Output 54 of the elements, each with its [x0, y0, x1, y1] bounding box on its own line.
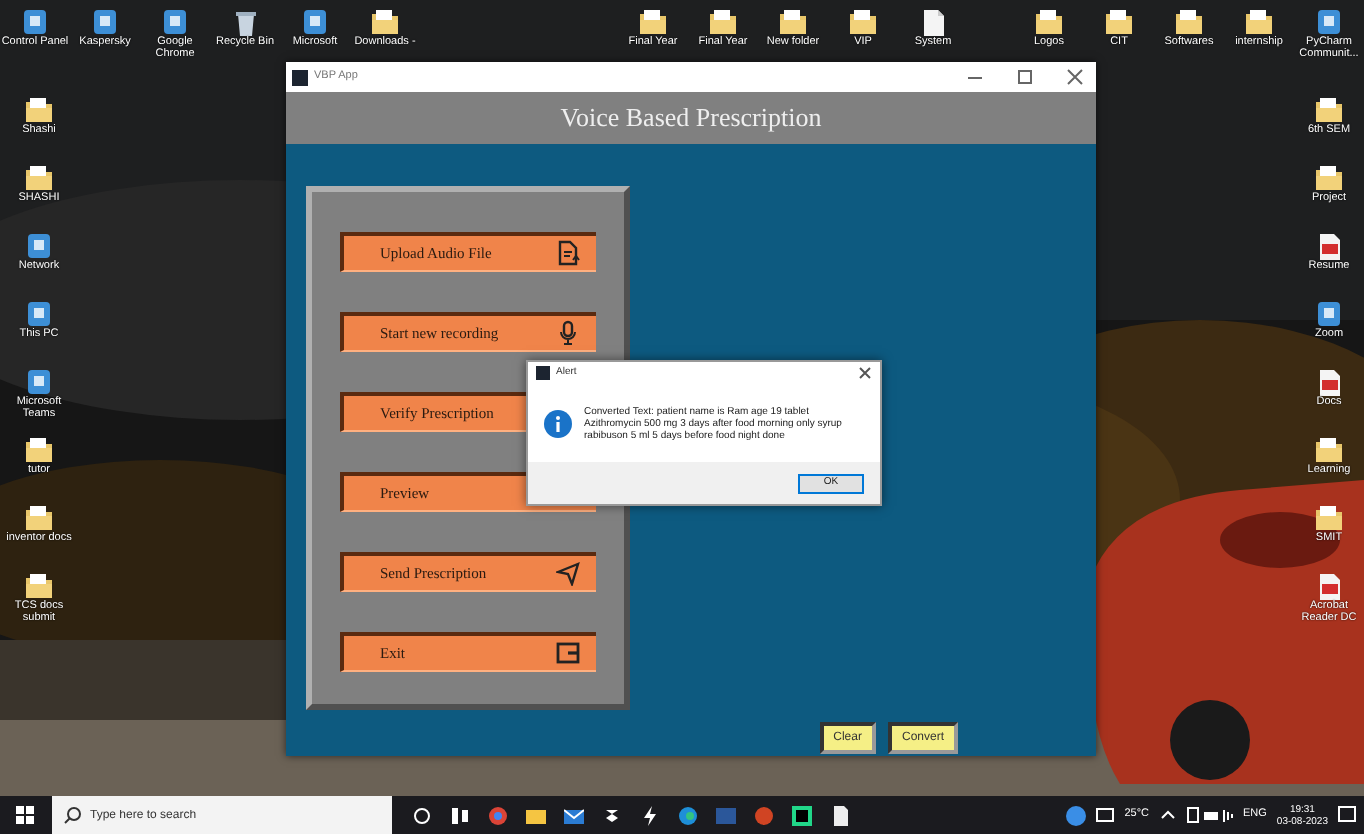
folder-icon[interactable] — [1244, 8, 1274, 36]
folder-icon[interactable] — [526, 805, 546, 825]
exit-icon — [556, 640, 580, 666]
app-icon[interactable] — [1314, 8, 1344, 36]
folder-icon[interactable] — [1314, 436, 1344, 464]
folder-icon[interactable] — [778, 8, 808, 36]
app-icon[interactable] — [24, 300, 54, 328]
task-view-icon[interactable] — [450, 805, 470, 825]
app-icon — [536, 366, 550, 380]
send-icon — [556, 560, 580, 586]
microphone-icon — [556, 320, 580, 346]
folder-icon[interactable] — [1104, 8, 1134, 36]
maximize-icon[interactable] — [1016, 68, 1034, 86]
folder-icon[interactable] — [638, 8, 668, 36]
app-header: Voice Based Prescription — [286, 92, 1096, 144]
close-icon[interactable] — [1066, 68, 1084, 86]
app-icon[interactable] — [1314, 300, 1344, 328]
app-icon[interactable] — [90, 8, 120, 36]
start-icon[interactable] — [16, 806, 34, 824]
mail-icon[interactable] — [564, 805, 584, 825]
system-tray-icons[interactable] — [1185, 806, 1233, 824]
close-icon[interactable] — [858, 366, 872, 380]
app-icon[interactable] — [160, 8, 190, 36]
folder-icon[interactable] — [1174, 8, 1204, 36]
folder-icon[interactable] — [24, 504, 54, 532]
app-icon — [292, 69, 308, 85]
folder-icon[interactable] — [24, 96, 54, 124]
document-icon[interactable] — [918, 8, 948, 36]
app-icon[interactable] — [20, 8, 50, 36]
folder-icon[interactable] — [24, 572, 54, 600]
info-icon — [544, 409, 572, 437]
pdf-icon[interactable] — [1314, 368, 1344, 396]
folder-icon[interactable] — [708, 8, 738, 36]
folder-icon[interactable] — [24, 164, 54, 192]
notification-icon[interactable] — [1338, 806, 1356, 824]
folder-icon[interactable] — [1314, 96, 1344, 124]
app-icon[interactable] — [300, 8, 330, 36]
folder-icon[interactable] — [24, 436, 54, 464]
pdf-icon[interactable] — [1314, 232, 1344, 260]
app-icon[interactable] — [24, 368, 54, 396]
folder-icon[interactable] — [1314, 504, 1344, 532]
help-icon[interactable] — [1066, 805, 1087, 825]
caret-icon[interactable] — [1159, 808, 1175, 822]
folder-icon[interactable] — [1314, 164, 1344, 192]
pdf-icon[interactable] — [1314, 572, 1344, 600]
recycle-bin-icon[interactable] — [230, 8, 260, 36]
cortana-icon[interactable] — [412, 805, 432, 825]
bolt-icon[interactable] — [640, 805, 660, 825]
folder-icon[interactable] — [848, 8, 878, 36]
upload-file-icon — [556, 240, 580, 266]
search-icon — [64, 806, 82, 824]
app-icon[interactable] — [24, 232, 54, 260]
folder-icon[interactable] — [1034, 8, 1064, 36]
folder-icon[interactable] — [370, 8, 400, 36]
